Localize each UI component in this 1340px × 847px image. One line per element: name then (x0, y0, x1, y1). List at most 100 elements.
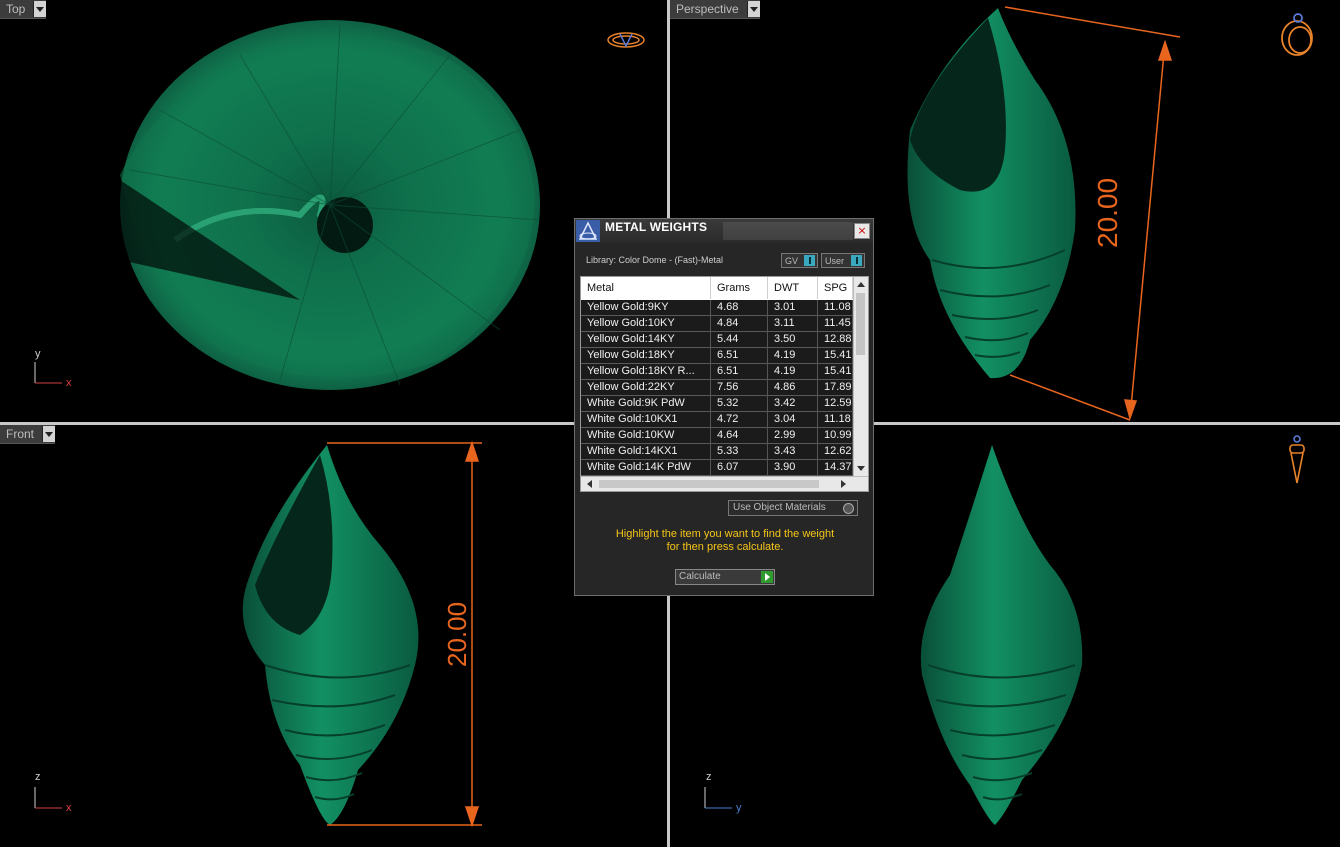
cell-metal: Yellow Gold:10KY (581, 316, 711, 331)
cell-metal: White Gold:14K PdW (581, 460, 711, 475)
cell-dwt: 3.50 (768, 332, 818, 347)
chevron-down-icon[interactable] (33, 1, 47, 17)
instruction-text: Highlight the item you want to find the … (585, 528, 865, 554)
cell-spg: 11.45 (818, 316, 853, 331)
cell-grams: 4.72 (711, 412, 768, 427)
scroll-thumb[interactable] (856, 293, 865, 355)
cell-grams: 5.32 (711, 396, 768, 411)
dialog-title: METAL WEIGHTS (605, 220, 708, 234)
play-icon (761, 571, 773, 583)
cell-dwt: 3.43 (768, 444, 818, 459)
chevron-down-icon[interactable] (42, 426, 56, 442)
scroll-right-icon[interactable] (841, 480, 846, 488)
cell-spg: 11.08 (818, 300, 853, 315)
axis-label-x: x (66, 377, 72, 389)
user-toggle[interactable]: User (821, 253, 865, 268)
cell-metal: White Gold:9K PdW (581, 396, 711, 411)
library-label: Library: Color Dome - (Fast)-Metal (586, 255, 724, 265)
axis-label-y: y (35, 348, 41, 360)
cell-dwt: 4.19 (768, 364, 818, 379)
cell-metal: White Gold:10KX1 (581, 412, 711, 427)
table-row[interactable]: Yellow Gold:18KY R... 6.51 4.19 15.41 (581, 364, 853, 380)
viewport-top[interactable]: y x Top (0, 0, 667, 422)
column-header-spg[interactable]: SPG (818, 277, 853, 299)
toggle-knob-icon (804, 255, 815, 266)
metal-table[interactable]: Metal Grams DWT SPG Yellow Gold:9KY 4.68 3… (580, 276, 869, 492)
chevron-down-icon[interactable] (746, 1, 760, 17)
scroll-down-icon[interactable] (857, 466, 865, 471)
column-header-grams[interactable]: Grams (711, 277, 768, 299)
cell-grams: 5.33 (711, 444, 768, 459)
cell-spg: 10.99 (818, 428, 853, 443)
cell-grams: 4.84 (711, 316, 768, 331)
cell-dwt: 3.11 (768, 316, 818, 331)
viewport-label: Perspective (676, 2, 739, 16)
close-button[interactable]: × (854, 223, 870, 239)
viewport-label: Front (6, 427, 35, 441)
column-header-dwt[interactable]: DWT (768, 277, 818, 299)
radio-icon[interactable] (843, 503, 854, 514)
table-row[interactable]: White Gold:14KX1 5.33 3.43 12.62 (581, 444, 853, 460)
metal-weights-dialog: METAL WEIGHTS × Library: Color Dome - (F… (574, 218, 874, 596)
cell-metal: White Gold:10KW (581, 428, 711, 443)
cell-spg: 15.41 (818, 364, 853, 379)
cell-dwt: 3.42 (768, 396, 818, 411)
dimension-label: 20.00 (1092, 177, 1123, 248)
cell-grams: 4.68 (711, 300, 768, 315)
cell-spg: 12.59 (818, 396, 853, 411)
scroll-up-icon[interactable] (857, 282, 865, 287)
cell-metal: White Gold:14KX1 (581, 444, 711, 459)
table-row[interactable]: Yellow Gold:14KY 5.44 3.50 12.88 (581, 332, 853, 348)
user-toggle-label: User (825, 255, 845, 266)
ring-view-icon (607, 32, 645, 48)
cell-grams: 7.56 (711, 380, 768, 395)
table-row[interactable]: White Gold:10KX1 4.72 3.04 11.18 (581, 412, 853, 428)
dialog-title-bar[interactable]: METAL WEIGHTS × (575, 219, 873, 243)
scroll-left-icon[interactable] (587, 480, 592, 488)
app-logo-icon (576, 220, 600, 242)
cell-spg: 14.37 (818, 460, 853, 475)
cell-dwt: 4.19 (768, 348, 818, 363)
dimension-label: 20.00 (442, 601, 472, 667)
use-object-materials-option[interactable]: Use Object Materials (728, 500, 858, 516)
axis-label-z: z (706, 771, 712, 783)
cell-dwt: 3.04 (768, 412, 818, 427)
cell-spg: 15.41 (818, 348, 853, 363)
toggle-knob-icon (851, 255, 862, 266)
cell-grams: 6.51 (711, 348, 768, 363)
vertical-scrollbar[interactable] (853, 277, 868, 476)
axis-label-z: z (35, 771, 41, 783)
gv-toggle[interactable]: GV (781, 253, 818, 268)
front-view-shell (34, 440, 482, 828)
horizontal-scrollbar[interactable] (581, 476, 868, 491)
table-row[interactable]: White Gold:14K PdW 6.07 3.90 14.37 (581, 460, 853, 476)
gv-toggle-label: GV (785, 255, 799, 266)
viewport-tab-front[interactable]: Front (0, 425, 56, 444)
axis-label-y: y (736, 802, 742, 814)
cell-metal: Yellow Gold:9KY (581, 300, 711, 315)
table-row[interactable]: White Gold:9K PdW 5.32 3.42 12.59 (581, 396, 853, 412)
viewport-label: Top (6, 2, 26, 16)
table-row[interactable]: Yellow Gold:22KY 7.56 4.86 17.89 (581, 380, 853, 396)
cell-dwt: 3.90 (768, 460, 818, 475)
use-object-materials-label: Use Object Materials (733, 502, 826, 513)
table-row[interactable]: White Gold:10KW 4.64 2.99 10.99 (581, 428, 853, 444)
cell-spg: 11.18 (818, 412, 853, 427)
calculate-button[interactable]: Calculate (675, 569, 775, 585)
table-row[interactable]: Yellow Gold:10KY 4.84 3.11 11.45 (581, 316, 853, 332)
table-row[interactable]: Yellow Gold:9KY 4.68 3.01 11.08 (581, 300, 853, 316)
scroll-thumb[interactable] (599, 480, 819, 488)
instruction-line-1: Highlight the item you want to find the … (615, 528, 835, 540)
viewport-front[interactable]: 20.00 z x Front (0, 425, 667, 847)
instruction-line-2: for then press calculate. (666, 541, 784, 553)
cell-metal: Yellow Gold:18KY R... (581, 364, 711, 379)
viewport-tab-perspective[interactable]: Perspective (670, 0, 760, 19)
cell-grams: 6.51 (711, 364, 768, 379)
viewport-tab-top[interactable]: Top (0, 0, 47, 19)
column-header-metal[interactable]: Metal (581, 277, 711, 299)
top-view-shell (34, 20, 645, 390)
cell-metal: Yellow Gold:18KY (581, 348, 711, 363)
cell-spg: 12.88 (818, 332, 853, 347)
cell-dwt: 3.01 (768, 300, 818, 315)
table-row[interactable]: Yellow Gold:18KY 6.51 4.19 15.41 (581, 348, 853, 364)
